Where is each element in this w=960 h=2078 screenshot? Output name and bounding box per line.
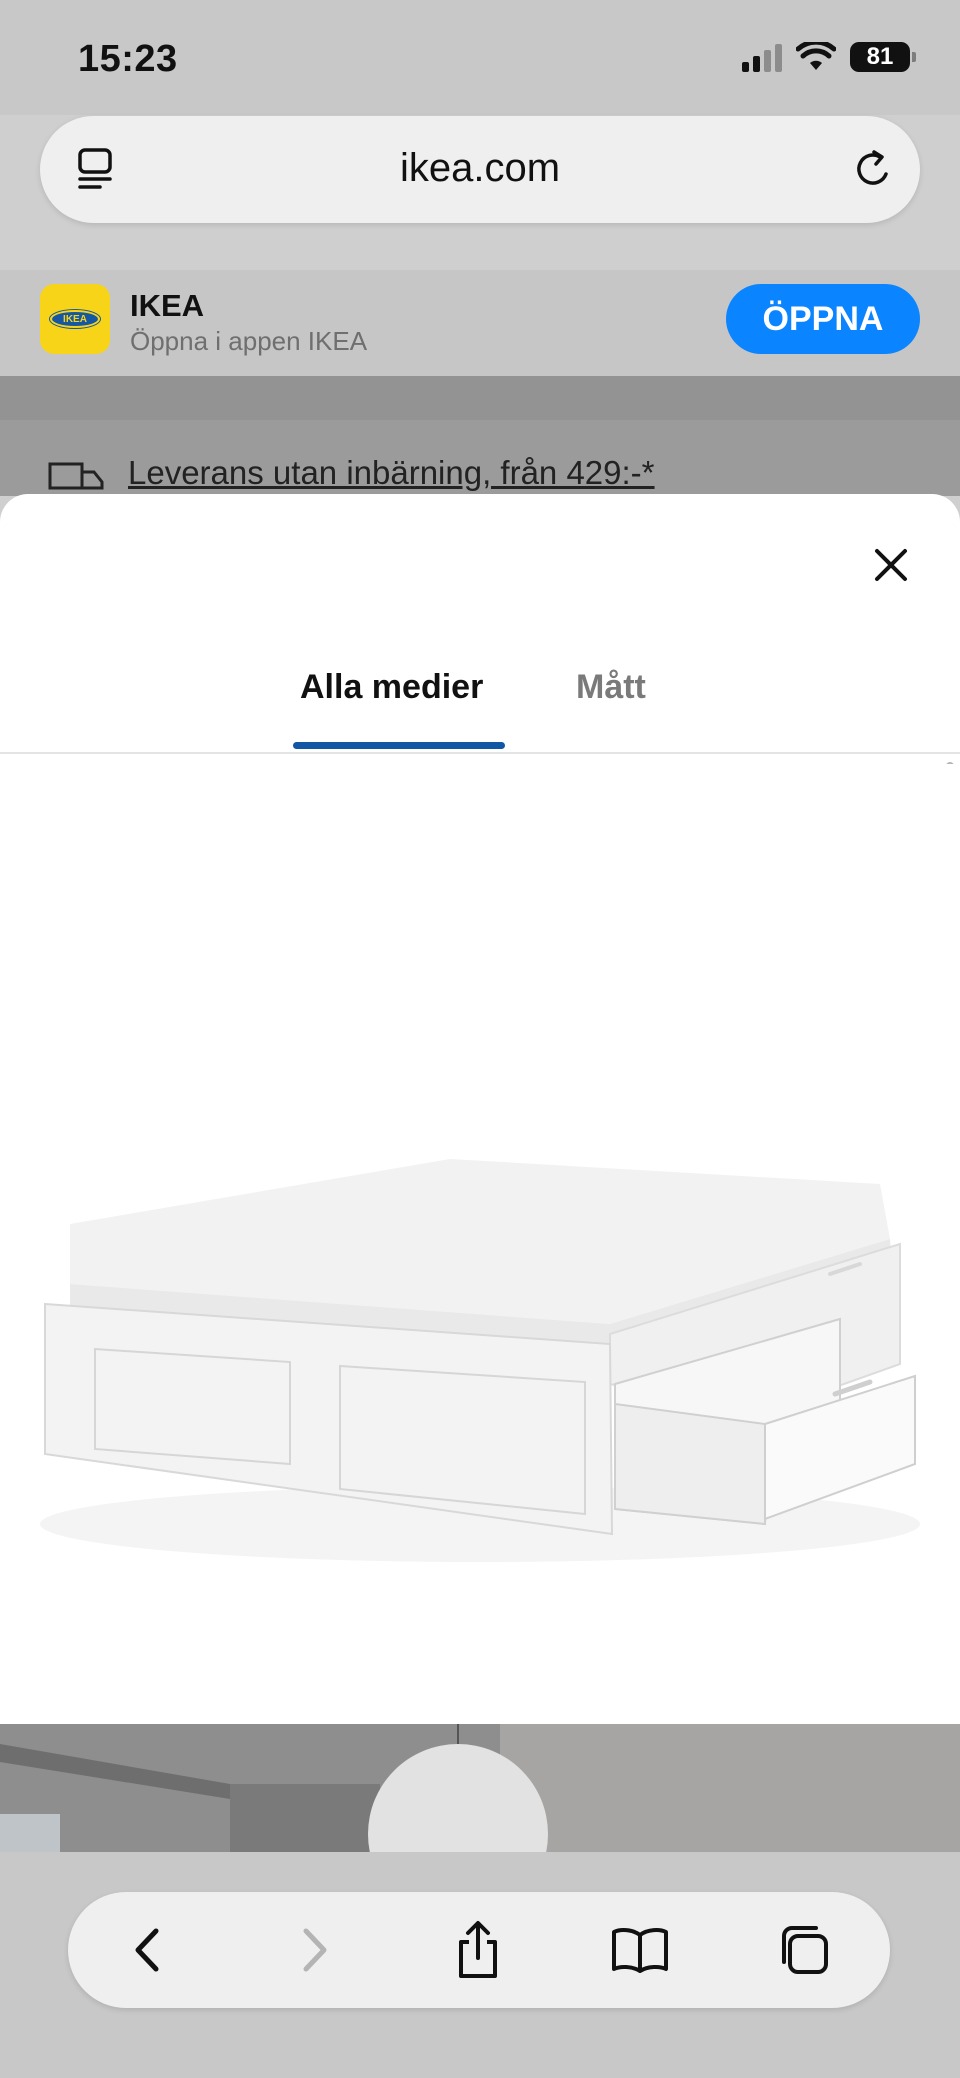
page-header-strip: [0, 376, 960, 420]
media-tabs: Alla medier Mått: [0, 654, 960, 754]
chevron-right-icon[interactable]: [294, 1925, 334, 1975]
status-time: 15:23: [78, 38, 178, 80]
page-background: Leverans utan inbärning, från 429:-*: [0, 376, 960, 496]
ikea-app-icon: IKEA: [40, 284, 110, 354]
delivery-link[interactable]: Leverans utan inbärning, från 429:-*: [128, 454, 655, 492]
chevron-left-icon[interactable]: [128, 1925, 168, 1975]
share-icon[interactable]: [453, 1920, 503, 1980]
forward-button[interactable]: [284, 1920, 344, 1980]
smart-app-banner: IKEA IKEA Öppna i appen IKEA ÖPPNA: [0, 270, 960, 376]
bookmarks-button[interactable]: [610, 1920, 670, 1980]
address-bar[interactable]: ikea.com: [40, 116, 920, 223]
status-icons: 81: [742, 42, 916, 72]
cellular-signal-icon: [742, 42, 782, 72]
tabs-icon[interactable]: [776, 1922, 832, 1978]
reload-icon[interactable]: [848, 144, 898, 194]
status-bar: 15:23 81: [0, 0, 960, 115]
book-icon[interactable]: [610, 1925, 670, 1975]
battery-level: 81: [866, 43, 894, 70]
url-text[interactable]: ikea.com: [40, 146, 920, 191]
browser-toolbar: [68, 1892, 890, 2008]
back-button[interactable]: [118, 1920, 178, 1980]
share-button[interactable]: [448, 1920, 508, 1980]
delivery-truck-icon: [48, 462, 104, 490]
tabs-button[interactable]: [774, 1920, 834, 1980]
wifi-icon: [796, 42, 836, 70]
close-icon[interactable]: [873, 547, 909, 583]
app-subtitle: Öppna i appen IKEA: [130, 326, 368, 356]
close-button[interactable]: [862, 536, 920, 594]
bed-frame-with-drawers-image[interactable]: [0, 764, 960, 1724]
battery-indicator: 81: [850, 42, 916, 72]
tab-dimensions[interactable]: Mått: [576, 668, 646, 707]
bedroom-room-image[interactable]: [0, 1724, 960, 1852]
media-sheet: Alla medier Mått: [0, 494, 960, 1852]
tab-all-media[interactable]: Alla medier: [300, 668, 483, 707]
ikea-logo: IKEA: [49, 309, 101, 329]
open-app-button[interactable]: ÖPPNA: [726, 284, 920, 354]
active-tab-indicator: [293, 742, 505, 749]
app-name: IKEA: [130, 288, 205, 323]
